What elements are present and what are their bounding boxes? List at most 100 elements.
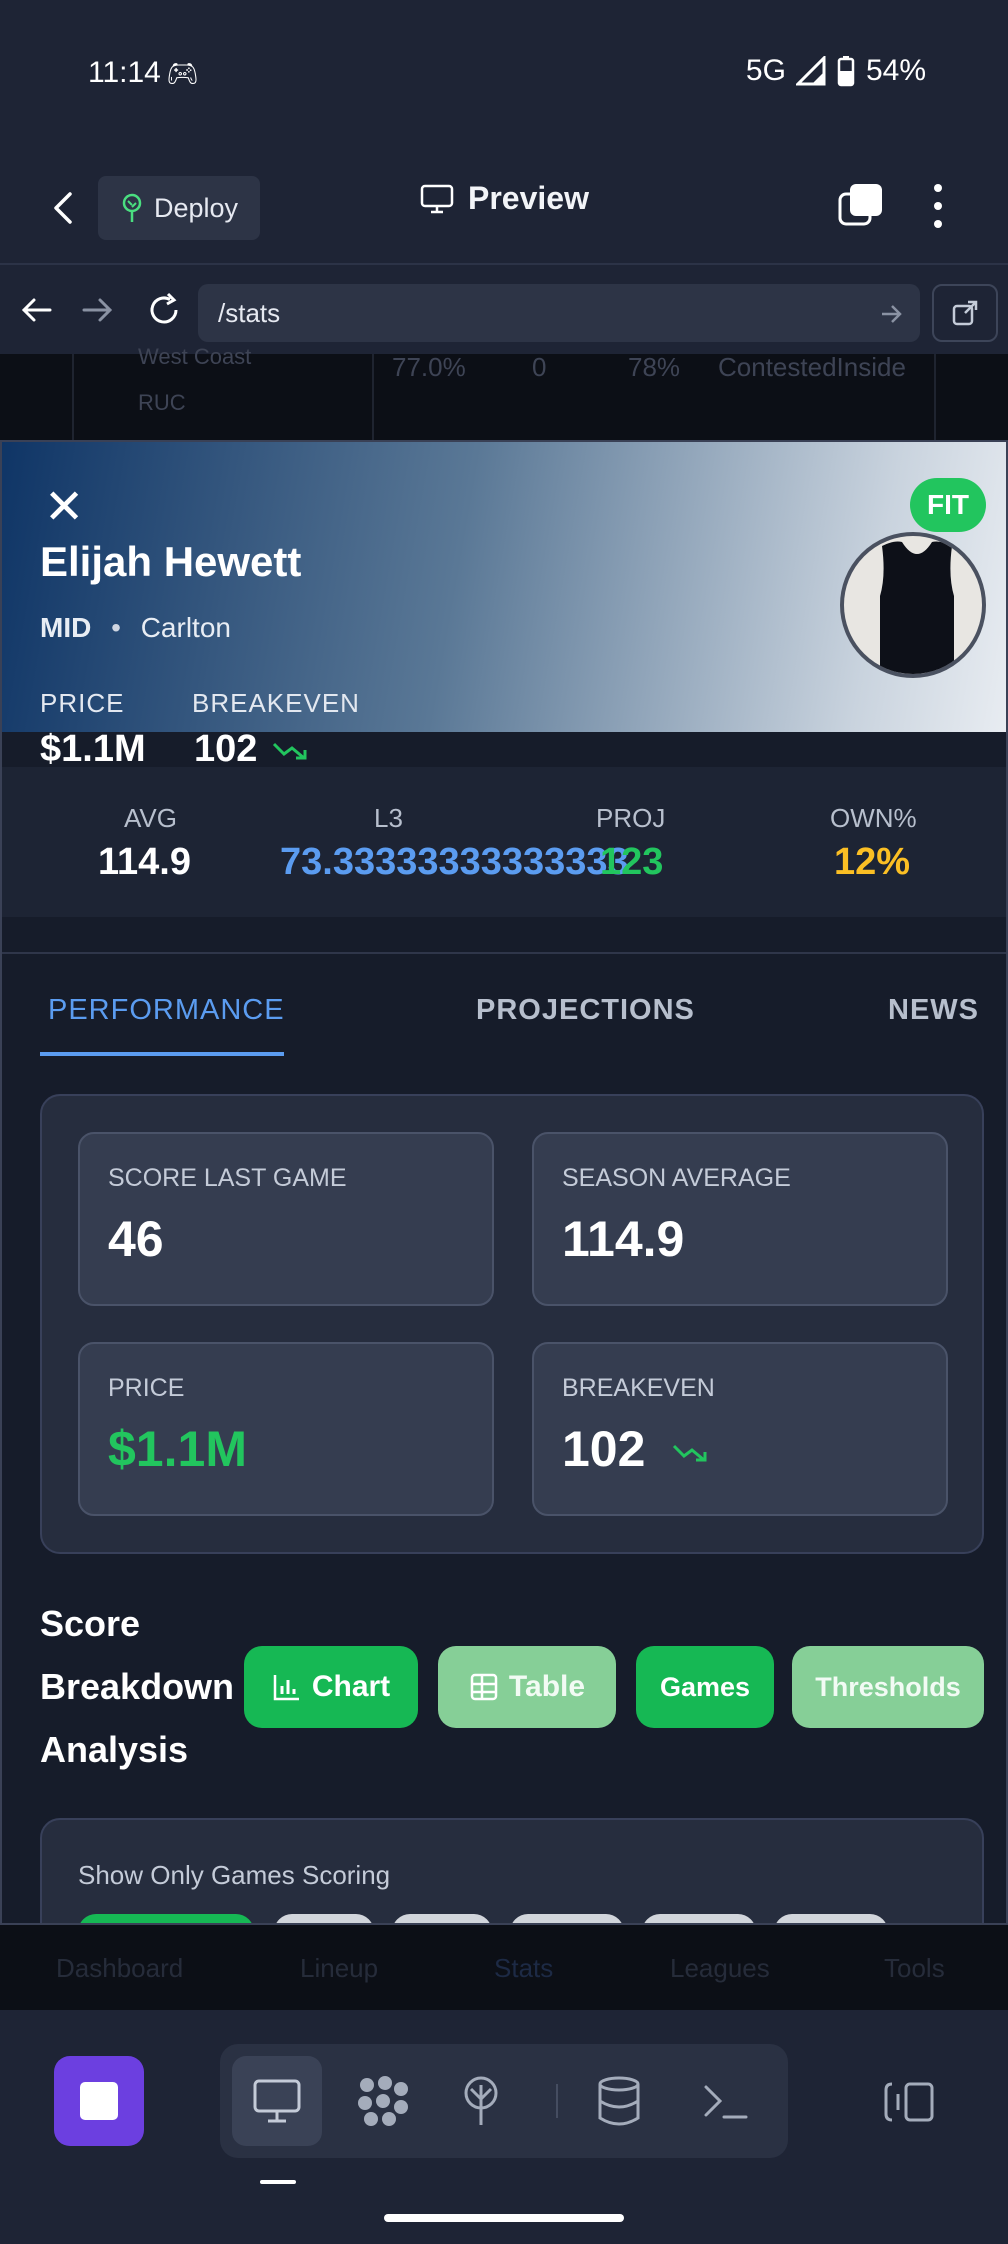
- card-price: PRICE $1.1M: [78, 1342, 494, 1516]
- meta-dot: •: [111, 612, 121, 643]
- filter-chip[interactable]: [274, 1914, 374, 1923]
- tab-performance[interactable]: PERFORMANCE: [48, 994, 285, 1027]
- game-controller-icon: 🎮︎: [166, 58, 200, 88]
- peek-col2: 0: [532, 352, 547, 382]
- chart-view-button[interactable]: Chart: [244, 1646, 418, 1728]
- browser-back-icon[interactable]: [20, 296, 52, 324]
- nav-tools[interactable]: Tools: [884, 1953, 945, 1984]
- jersey-icon: [880, 541, 954, 674]
- player-modal: ✕ FIT Elijah Hewett MID • Carlton PRICE …: [0, 440, 1008, 1925]
- group-divider: [556, 2084, 558, 2118]
- preview-tool-button[interactable]: [232, 2056, 322, 2146]
- url-input[interactable]: /stats: [198, 284, 920, 342]
- preview-label: Preview: [468, 180, 589, 216]
- stat-avg-value: 114.9: [98, 841, 191, 883]
- tool-group: [220, 2044, 788, 2158]
- stat-l3-value: 73.33333333333333: [280, 841, 629, 883]
- games-button[interactable]: Games: [636, 1646, 774, 1728]
- nav-stats[interactable]: Stats: [494, 1953, 553, 1984]
- breakeven-label: BREAKEVEN: [192, 688, 360, 718]
- deploy-label: Deploy: [153, 192, 239, 223]
- filter-chip[interactable]: [510, 1914, 624, 1923]
- filter-chip[interactable]: [78, 1914, 254, 1923]
- database-tool-button[interactable]: [574, 2056, 664, 2146]
- stats-row: AVG 114.9 L3 73.33333333333333 PROJ 123 …: [2, 767, 1006, 917]
- nav-lineup[interactable]: Lineup: [300, 1953, 378, 1984]
- preview-title: Preview: [420, 180, 589, 217]
- peek-position: RUC: [138, 390, 186, 415]
- table-divider: [372, 354, 374, 440]
- card-value: 46: [108, 1211, 164, 1267]
- status-time: 11:14: [88, 56, 161, 89]
- signal-icon: [795, 56, 826, 86]
- battery-percent: 54%: [865, 54, 926, 87]
- trend-down-icon: [272, 742, 307, 760]
- monitor-icon: [253, 2079, 301, 2123]
- breakdown-title-line: Score: [40, 1603, 141, 1644]
- card-label: PRICE: [108, 1374, 185, 1402]
- filter-label: Show Only Games Scoring: [78, 1860, 391, 1890]
- open-external-button[interactable]: [932, 284, 998, 342]
- split-view-icon[interactable]: [882, 2080, 936, 2124]
- close-icon[interactable]: ✕: [44, 484, 84, 532]
- selected-indicator: [260, 2180, 296, 2184]
- deploy-tool-button[interactable]: [436, 2056, 526, 2146]
- stop-icon: [80, 2082, 118, 2120]
- back-icon[interactable]: [50, 190, 78, 226]
- tab-projections[interactable]: PROJECTIONS: [476, 994, 695, 1027]
- agent-tool-button[interactable]: [338, 2056, 428, 2146]
- player-name: Elijah Hewett: [40, 538, 302, 585]
- price-label: PRICE: [40, 688, 125, 718]
- peek-team: West Coast: [138, 344, 252, 369]
- table-view-button[interactable]: Table: [438, 1646, 616, 1728]
- player-meta: MID • Carlton: [40, 612, 231, 644]
- nav-dashboard[interactable]: Dashboard: [56, 1953, 183, 1984]
- filter-chip[interactable]: [392, 1914, 492, 1923]
- shell-tool-button[interactable]: [680, 2056, 770, 2146]
- backdrop-table-row: West Coast RUC 77.0% 0 78% ContestedInsi…: [0, 344, 1008, 440]
- tab-news[interactable]: NEWS: [888, 994, 979, 1027]
- table-icon: [470, 1673, 498, 1701]
- active-tab-indicator: [40, 1052, 284, 1056]
- table-label: Table: [508, 1670, 586, 1703]
- terminal-icon: [704, 2085, 748, 2119]
- table-divider: [934, 354, 936, 440]
- card-label: SCORE LAST GAME: [108, 1164, 347, 1192]
- card-label: SEASON AVERAGE: [562, 1164, 791, 1192]
- card-value: $1.1M: [108, 1421, 247, 1477]
- player-position: MID: [40, 612, 92, 643]
- stat-avg-label: AVG: [124, 803, 177, 833]
- player-avatar: [840, 532, 986, 678]
- url-path: /stats: [218, 297, 281, 328]
- url-bar: /stats: [0, 266, 1008, 354]
- stat-proj-value: 123: [600, 841, 664, 883]
- price-value: $1.1M: [40, 728, 146, 770]
- deploy-button[interactable]: Deploy: [98, 176, 260, 240]
- card-breakeven: BREAKEVEN 102: [532, 1342, 948, 1516]
- summary-cards: SCORE LAST GAME 46 SEASON AVERAGE 114.9 …: [40, 1094, 984, 1554]
- stat-l3-label: L3: [374, 803, 403, 833]
- player-hero: ✕ FIT Elijah Hewett MID • Carlton PRICE …: [2, 442, 1006, 732]
- battery-icon: [837, 56, 855, 87]
- filter-chip[interactable]: [642, 1914, 756, 1923]
- thresholds-button[interactable]: Thresholds: [792, 1646, 984, 1728]
- go-arrow-icon[interactable]: [880, 304, 902, 324]
- nav-leagues[interactable]: Leagues: [670, 1953, 770, 1984]
- app-bottom-nav: Dashboard Lineup Stats Leagues Tools: [0, 1925, 1008, 2010]
- breakdown-title-line: Analysis: [40, 1729, 189, 1770]
- fit-badge: FIT: [910, 478, 986, 532]
- status-bar: 11:14 🎮︎ 5G 54%: [0, 0, 1008, 150]
- more-options-icon[interactable]: [930, 182, 946, 230]
- filter-chip[interactable]: [774, 1914, 888, 1923]
- peek-col4: ContestedInside: [718, 352, 906, 382]
- stat-own-value: 12%: [834, 841, 911, 883]
- database-icon: [598, 2076, 640, 2126]
- browser-forward-icon[interactable]: [82, 296, 114, 324]
- stop-button[interactable]: [54, 2056, 144, 2146]
- tabs-switcher-icon[interactable]: [836, 180, 886, 230]
- external-link-icon: [952, 300, 978, 326]
- deploy-tree-icon: [122, 193, 142, 222]
- reload-icon[interactable]: [146, 292, 182, 328]
- home-indicator[interactable]: [384, 2214, 624, 2222]
- deploy-tree-icon: [464, 2076, 498, 2125]
